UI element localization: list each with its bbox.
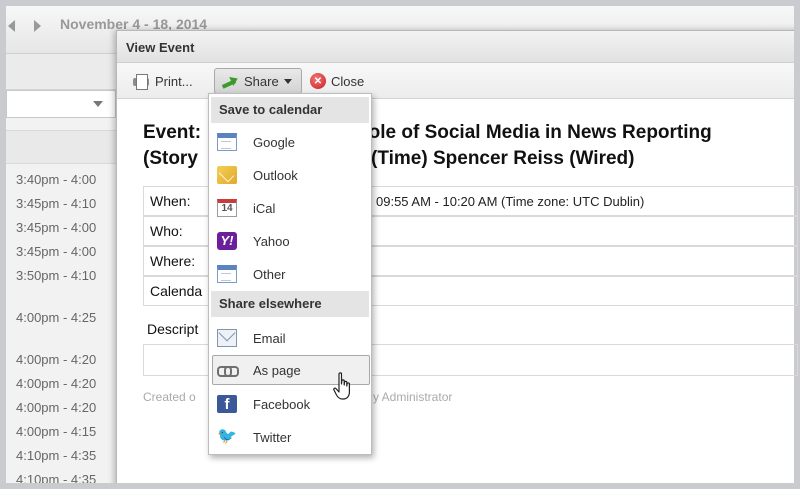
dialog-title-bar[interactable]: View Event [117, 31, 794, 63]
menu-item-label: Yahoo [253, 233, 290, 249]
outlook-icon [217, 166, 237, 184]
share-button[interactable]: Share [214, 68, 302, 94]
event-time[interactable]: 3:45pm - 4:00 [16, 220, 96, 235]
event-time[interactable]: 4:10pm - 4:35 [16, 472, 96, 483]
calendar-icon [217, 265, 237, 283]
where-label: Where: [150, 253, 196, 269]
prev-arrow-icon[interactable] [8, 20, 15, 32]
calendar-select[interactable] [6, 90, 116, 118]
twitter-icon: 🐦 [217, 428, 237, 445]
link-icon [217, 361, 239, 379]
who-label: Who: [150, 223, 183, 239]
share-label: Share [244, 73, 279, 89]
event-time[interactable]: 3:45pm - 4:10 [16, 196, 96, 211]
menu-item-other[interactable]: Other [213, 259, 369, 289]
menu-item-label: iCal [253, 200, 276, 216]
print-label: Print... [155, 73, 193, 89]
event-time[interactable]: 3:45pm - 4:00 [16, 244, 96, 259]
close-label: Close [331, 73, 365, 89]
next-arrow-icon[interactable] [34, 20, 41, 32]
menu-item-label: Email [253, 330, 286, 346]
calendar-icon [217, 133, 237, 151]
close-icon: ✕ [310, 73, 326, 89]
menu-item-label: Outlook [253, 167, 298, 183]
menu-item-yahoo[interactable]: Y! Yahoo [213, 226, 369, 256]
menu-item-label: Twitter [253, 429, 292, 445]
share-arrow-icon [221, 74, 239, 88]
printer-icon [132, 73, 150, 90]
caret-down-icon [283, 78, 292, 84]
menu-item-label: Other [253, 266, 286, 282]
email-icon [217, 329, 237, 347]
menu-item-label: Facebook [253, 396, 311, 412]
ical-icon: 14 [217, 199, 237, 217]
when-label: When: [150, 193, 191, 209]
yahoo-icon: Y! [217, 232, 237, 250]
event-time[interactable]: 4:00pm - 4:20 [16, 376, 96, 391]
menu-item-google[interactable]: Google [213, 127, 369, 157]
facebook-icon: f [217, 395, 237, 413]
menu-item-outlook[interactable]: Outlook [213, 160, 369, 190]
menu-item-label: Google [253, 134, 295, 150]
created-info: Created o [143, 390, 196, 404]
event-title-prefix: Event: [143, 122, 202, 143]
calendar-strip-lower [6, 130, 126, 164]
menu-item-ical[interactable]: 14 iCal [213, 193, 369, 223]
when-value: 09:55 AM - 10:20 AM (Time zone: UTC Dubl… [376, 194, 645, 209]
menu-item-label: As page [253, 362, 301, 378]
menu-item-twitter[interactable]: 🐦 Twitter [213, 422, 369, 452]
calendar-strip [6, 54, 126, 90]
print-button[interactable]: Print... [126, 68, 199, 94]
event-title-text-2: ster (Time) Spencer Reiss (Wired) [330, 148, 635, 169]
event-time[interactable]: 4:00pm - 4:20 [16, 400, 96, 415]
event-title-prefix-2: (Story [143, 148, 198, 169]
hand-cursor-icon [333, 372, 353, 402]
event-time[interactable]: 4:00pm - 4:15 [16, 424, 96, 439]
dialog-title: View Event [126, 40, 195, 55]
event-title-text: e Role of Social Media in News Reporting [339, 122, 712, 143]
save-to-calendar-heading: Save to calendar [211, 97, 369, 123]
event-time[interactable]: 4:00pm - 4:25 [16, 310, 96, 325]
calendar-label: Calenda [150, 283, 203, 299]
event-time[interactable]: 4:00pm - 4:20 [16, 352, 96, 367]
close-button[interactable]: ✕ Close [304, 68, 370, 94]
menu-item-email[interactable]: Email [213, 323, 369, 353]
event-time[interactable]: 3:50pm - 4:10 [16, 268, 96, 283]
event-time[interactable]: 3:40pm - 4:00 [16, 172, 96, 187]
chevron-down-icon [93, 101, 103, 107]
share-elsewhere-heading: Share elsewhere [211, 291, 369, 317]
event-time[interactable]: 4:10pm - 4:35 [16, 448, 96, 463]
created-by: y Administrator [373, 390, 453, 404]
description-label: Descript [147, 321, 199, 337]
